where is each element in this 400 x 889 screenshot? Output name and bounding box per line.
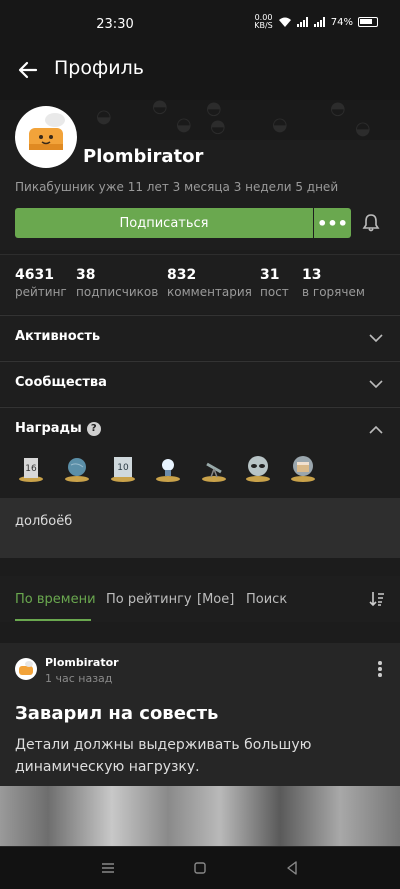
subscribe-button[interactable]: Подписаться: [15, 208, 313, 238]
award-globe-icon[interactable]: [62, 452, 92, 484]
battery-icon: [358, 17, 378, 27]
post-time: 1 час назад: [45, 672, 113, 685]
stat-subscribers[interactable]: 38 подписчиков: [76, 267, 158, 299]
svg-text:10: 10: [117, 463, 129, 473]
note-text: долбоёб: [15, 514, 73, 529]
recent-apps-icon[interactable]: [100, 860, 116, 876]
award-alien-icon[interactable]: [243, 452, 273, 484]
awards-list: 16 10: [0, 452, 400, 498]
profile-card: ◒ ◓ ◒ ◓ ◒ ◓ ◒ ◓ Plombirator Пикабушник уже 1…: [0, 100, 400, 250]
chevron-down-icon: [369, 380, 383, 389]
profile-username: Plombirator: [83, 146, 204, 167]
svg-text:16: 16: [25, 464, 37, 474]
stat-rating[interactable]: 4631 рейтинг: [15, 267, 67, 299]
tab-search[interactable]: Поиск: [246, 592, 287, 607]
stat-posts[interactable]: 31 пост: [260, 267, 289, 299]
stat-hot[interactable]: 13 в горячем: [302, 267, 365, 299]
profile-since: Пикабушник уже 11 лет 3 месяца 3 недели …: [15, 180, 339, 194]
back-nav-icon[interactable]: [284, 860, 300, 876]
app-header: Профиль: [0, 48, 400, 100]
stat-comments[interactable]: 832 комментария: [167, 267, 252, 299]
sort-icon[interactable]: [368, 590, 386, 608]
profile-note: долбоёб: [0, 498, 400, 558]
back-arrow-icon[interactable]: [14, 56, 42, 84]
home-icon[interactable]: [192, 860, 208, 876]
award-16-years-icon[interactable]: 16: [16, 452, 46, 484]
more-options-button[interactable]: •••: [314, 208, 351, 238]
signal-icon-2: [313, 17, 325, 27]
tab-by-time[interactable]: По времени: [15, 592, 96, 607]
post-title[interactable]: Заварил на совесть: [15, 703, 218, 724]
net-speed: 0.00 KB/S: [254, 13, 273, 30]
post-menu-icon[interactable]: [378, 661, 382, 679]
wifi-icon: [278, 17, 291, 27]
award-telescope-icon[interactable]: [199, 452, 229, 484]
post-text: Детали должны выдерживать большую динами…: [15, 737, 312, 775]
ice-cream-chef-avatar-icon: [19, 661, 33, 675]
section-communities[interactable]: Сообщества: [0, 361, 400, 406]
ice-cream-chef-avatar-icon: [29, 113, 65, 150]
tab-mine[interactable]: [Мое]: [197, 592, 234, 607]
post-author-avatar[interactable]: [15, 658, 37, 680]
section-activity[interactable]: Активность: [0, 315, 400, 360]
post-image[interactable]: [0, 786, 400, 846]
status-time: 23:30: [96, 17, 134, 32]
status-icons: 0.00 KB/S 74%: [254, 14, 378, 30]
battery-percent: 74%: [330, 16, 353, 28]
bell-icon[interactable]: [361, 213, 381, 233]
profile-stats: 4631 рейтинг 38 подписчиков 832 коммента…: [0, 254, 400, 314]
tab-by-rating[interactable]: По рейтингу: [106, 592, 192, 607]
post-author[interactable]: Plombirator: [45, 656, 119, 669]
status-bar: 23:30 0.00 KB/S 74%: [0, 0, 400, 48]
signal-icon: [296, 17, 308, 27]
award-lightbulb-icon[interactable]: [153, 452, 183, 484]
chevron-up-icon: [369, 425, 383, 434]
chevron-down-icon: [369, 334, 383, 343]
system-nav-bar: [0, 847, 400, 889]
avatar[interactable]: [15, 106, 77, 168]
active-tab-indicator: [15, 619, 91, 621]
section-awards[interactable]: Награды?: [0, 407, 400, 452]
page-title: Профиль: [54, 57, 144, 79]
award-cake-icon[interactable]: [288, 452, 318, 484]
help-icon[interactable]: ?: [86, 421, 101, 436]
posts-tabs: По времени По рейтингу [Мое] Поиск: [0, 576, 400, 622]
award-10-years-icon[interactable]: 10: [108, 452, 138, 484]
